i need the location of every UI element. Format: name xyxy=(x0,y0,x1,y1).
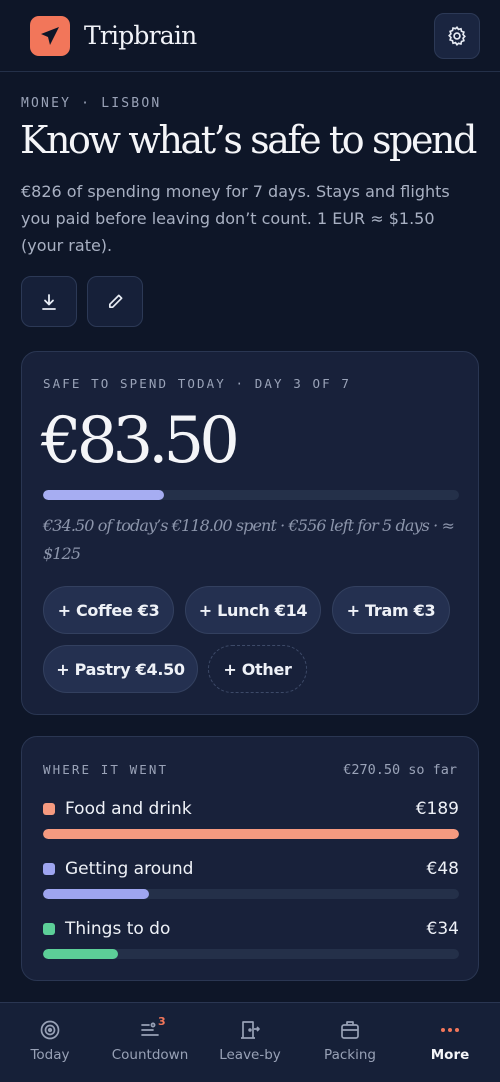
category-bar-fill xyxy=(43,829,459,839)
download-icon xyxy=(42,293,56,310)
door-exit-icon xyxy=(241,1021,260,1039)
safe-to-spend-card: SAFE TO SPEND TODAY · DAY 3 OF 7 €83.50 … xyxy=(21,351,479,715)
target-icon xyxy=(40,1020,60,1040)
tab-more[interactable]: More xyxy=(400,1003,500,1082)
category-label: Food and drink xyxy=(65,799,192,819)
category-bar-fill xyxy=(43,889,149,899)
tab-label: Leave-by xyxy=(219,1047,281,1063)
notification-badge: 3 xyxy=(158,1015,166,1028)
category-amount: €34 xyxy=(426,919,459,939)
tab-packing[interactable]: Packing xyxy=(300,1003,400,1082)
tab-label: Today xyxy=(30,1047,70,1063)
app-name: Tripbrain xyxy=(84,21,197,50)
tab-label: Packing xyxy=(324,1047,376,1063)
quick-add-tram-button[interactable]: + Tram €3 xyxy=(332,586,450,634)
bottom-tab-bar: Today 3 Countdown Leave-by Packing More xyxy=(0,1002,500,1082)
category-row-food[interactable]: Food and drink €189 xyxy=(43,797,459,821)
category-bar-getting-around xyxy=(43,889,459,899)
logo xyxy=(30,15,70,56)
quick-add-lunch-button[interactable]: + Lunch €14 xyxy=(185,586,321,634)
more-dots-icon xyxy=(441,1028,459,1032)
quick-add-coffee-button[interactable]: + Coffee €3 xyxy=(43,586,174,634)
app-header: Tripbrain xyxy=(0,0,500,72)
tab-label: Countdown xyxy=(111,1047,189,1063)
category-bar-fill xyxy=(43,949,118,959)
edit-button[interactable] xyxy=(87,276,143,327)
category-color-dot xyxy=(43,803,55,815)
page-title: Know what’s safe to spend xyxy=(20,118,477,162)
spent-note: €34.50 of today’s €118.00 spent · €556 l… xyxy=(43,516,455,563)
daily-progress-bar xyxy=(43,490,459,500)
category-amount: €189 xyxy=(415,799,459,819)
suitcase-icon xyxy=(341,1021,359,1039)
safe-amount: €83.50 xyxy=(41,404,240,478)
safe-card-eyebrow: SAFE TO SPEND TODAY · DAY 3 OF 7 xyxy=(43,376,352,391)
category-label: Getting around xyxy=(65,859,194,879)
daily-progress-fill xyxy=(43,490,164,500)
category-bar-things-to-do xyxy=(43,949,459,959)
tab-countdown[interactable]: 3 Countdown xyxy=(100,1003,200,1082)
page-eyebrow: MONEY · LISBON xyxy=(21,96,162,111)
category-color-dot xyxy=(43,863,55,875)
where-card-eyebrow: WHERE IT WENT xyxy=(43,762,169,777)
spent-so-far: €270.50 so far xyxy=(343,762,457,778)
category-color-dot xyxy=(43,923,55,935)
gear-icon xyxy=(448,25,466,46)
download-button[interactable] xyxy=(21,276,77,327)
page-subtitle: €826 of spending money for 7 days. Stays… xyxy=(21,182,450,255)
quick-add-other-button[interactable]: + Other xyxy=(208,645,307,693)
category-row-getting-around[interactable]: Getting around €48 xyxy=(43,857,459,881)
category-row-things-to-do[interactable]: Things to do €34 xyxy=(43,917,459,941)
category-bar-food xyxy=(43,829,459,839)
tab-leave-by[interactable]: Leave-by xyxy=(200,1003,300,1082)
plane-icon xyxy=(41,26,59,45)
where-it-went-card: WHERE IT WENT €270.50 so far Food and dr… xyxy=(21,736,479,981)
category-amount: €48 xyxy=(426,859,459,879)
settings-button[interactable] xyxy=(434,12,480,59)
pencil-icon xyxy=(108,294,122,309)
tab-today[interactable]: Today xyxy=(0,1003,100,1082)
tab-label: More xyxy=(430,1047,470,1063)
quick-add-pastry-button[interactable]: + Pastry €4.50 xyxy=(43,645,198,693)
category-label: Things to do xyxy=(65,919,171,939)
